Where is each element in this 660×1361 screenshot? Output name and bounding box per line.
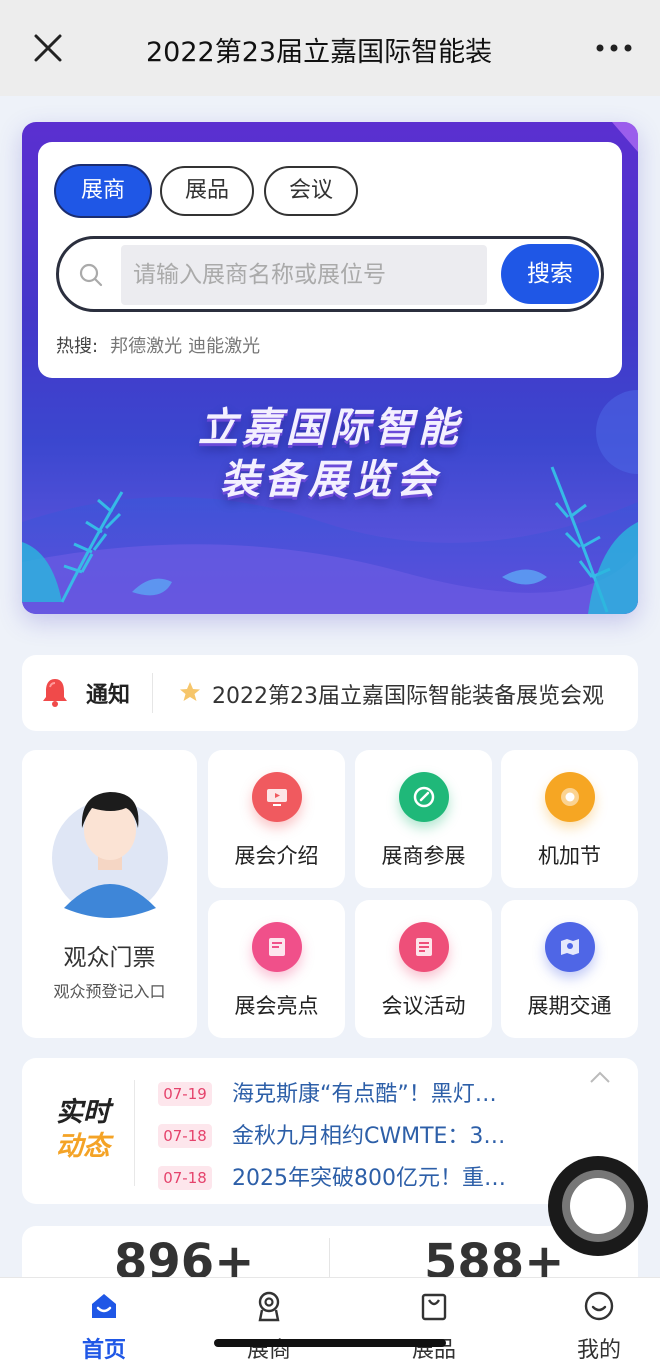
document-icon	[252, 922, 302, 972]
search-button[interactable]: 搜索	[501, 244, 599, 304]
news-date: 07-18	[158, 1124, 212, 1148]
star-icon	[180, 682, 200, 701]
search-input[interactable]	[121, 245, 487, 305]
search-icon	[79, 263, 103, 287]
news-title[interactable]: 海克斯康“有点酷”！黑灯…	[232, 1076, 562, 1108]
tile-expo-transport[interactable]: 展期交通	[501, 900, 638, 1038]
clipboard-icon	[399, 922, 449, 972]
news-title[interactable]: 金秋九月相约CWMTE：3…	[232, 1118, 562, 1150]
tile-label: 会议活动	[381, 994, 466, 1018]
notice-divider	[152, 673, 153, 713]
bottom-tab-bar: 首页 展商 展品 我的	[0, 1277, 660, 1361]
search-box: 搜索	[56, 236, 604, 312]
banner-headline-line1: 立嘉国际智能	[198, 405, 462, 451]
tab-conferences[interactable]: 会议	[264, 166, 358, 216]
live-divider	[134, 1080, 135, 1186]
live-logo-line1: 实时	[56, 1097, 110, 1128]
tab-exhibitors-nav[interactable]: 展商	[214, 1284, 324, 1361]
notice-bar[interactable]: 通知 2022第23届立嘉国际智能装备展览会观	[22, 655, 638, 731]
ticket-subtitle: 观众预登记入口	[53, 982, 166, 1001]
home-indicator	[214, 1339, 446, 1347]
banner-headline: 立嘉国际智能 装备展览会	[22, 402, 638, 506]
compass-icon	[399, 772, 449, 822]
map-icon	[545, 922, 595, 972]
tile-label: 展期交通	[527, 994, 612, 1018]
visitor-ticket-card[interactable]: 观众门票 观众预登记入口	[22, 750, 197, 1038]
top-bar: 2022第23届立嘉国际智能装	[0, 0, 660, 96]
news-date: 07-18	[158, 1166, 212, 1190]
news-item[interactable]: 07-19 海克斯康“有点酷”！黑灯…	[158, 1076, 558, 1110]
news-item[interactable]: 07-18 金秋九月相约CWMTE：3…	[158, 1118, 558, 1152]
tile-label: 机加节	[538, 844, 601, 868]
tile-label: 展商参展	[381, 844, 466, 868]
hot-keyword[interactable]: 迪能激光	[188, 336, 260, 357]
chevron-up-icon[interactable]	[588, 1070, 612, 1084]
news-date: 07-19	[158, 1082, 212, 1106]
news-title[interactable]: 2025年突破800亿元！重…	[232, 1160, 562, 1192]
badge-icon	[258, 1291, 280, 1322]
tab-home[interactable]: 首页	[49, 1284, 159, 1361]
assistive-inner	[570, 1178, 626, 1234]
page-title: 2022第23届立嘉国际智能装	[146, 37, 493, 68]
news-item[interactable]: 07-18 2025年突破800亿元！重…	[158, 1160, 558, 1194]
tile-expo-intro[interactable]: 展会介绍	[208, 750, 345, 888]
tile-conference-events[interactable]: 会议活动	[355, 900, 492, 1038]
home-icon	[92, 1294, 116, 1318]
tab-mine-label: 我的	[576, 1338, 621, 1361]
visitor-avatar-icon	[52, 792, 168, 918]
live-logo-line2: 动态	[56, 1131, 110, 1162]
live-news-logo: 实时 动态	[48, 1096, 118, 1164]
tab-exhibits[interactable]: 展品	[160, 166, 254, 216]
monitor-icon	[252, 772, 302, 822]
search-card: 展商 展品 会议 搜索 热搜: 邦德激光迪能激光	[38, 142, 622, 378]
shopping-bag-icon	[421, 1293, 447, 1321]
tile-label: 展会介绍	[234, 844, 319, 868]
hot-search: 热搜: 邦德激光 迪能激光	[56, 332, 266, 358]
tab-exhibitors[interactable]: 展商	[56, 166, 150, 216]
banner-headline-line2: 装备展览会	[220, 457, 440, 503]
tab-exhibits-nav[interactable]: 展品	[379, 1284, 489, 1361]
smile-icon	[584, 1291, 614, 1321]
hot-keyword[interactable]: 邦德激光	[110, 336, 182, 357]
tab-mine[interactable]: 我的	[544, 1284, 654, 1361]
ticket-title: 观众门票	[63, 945, 156, 971]
tile-label: 展会亮点	[234, 994, 319, 1018]
flower-icon	[545, 772, 595, 822]
notice-text[interactable]: 2022第23届立嘉国际智能装备展览会观	[212, 678, 638, 710]
notice-label: 通知	[86, 683, 131, 708]
bell-icon	[43, 679, 67, 707]
tile-machining-festival[interactable]: 机加节	[501, 750, 638, 888]
hot-search-label: 热搜:	[56, 336, 99, 357]
live-news-card: 实时 动态 07-19 海克斯康“有点酷”！黑灯… 07-18 金秋九月相约CW…	[22, 1058, 638, 1204]
tab-home-label: 首页	[81, 1338, 126, 1361]
tile-expo-highlights[interactable]: 展会亮点	[208, 900, 345, 1038]
assistive-touch-button[interactable]	[548, 1156, 648, 1256]
tile-exhibitor-join[interactable]: 展商参展	[355, 750, 492, 888]
more-icon[interactable]	[594, 36, 634, 60]
close-icon[interactable]	[30, 30, 66, 66]
